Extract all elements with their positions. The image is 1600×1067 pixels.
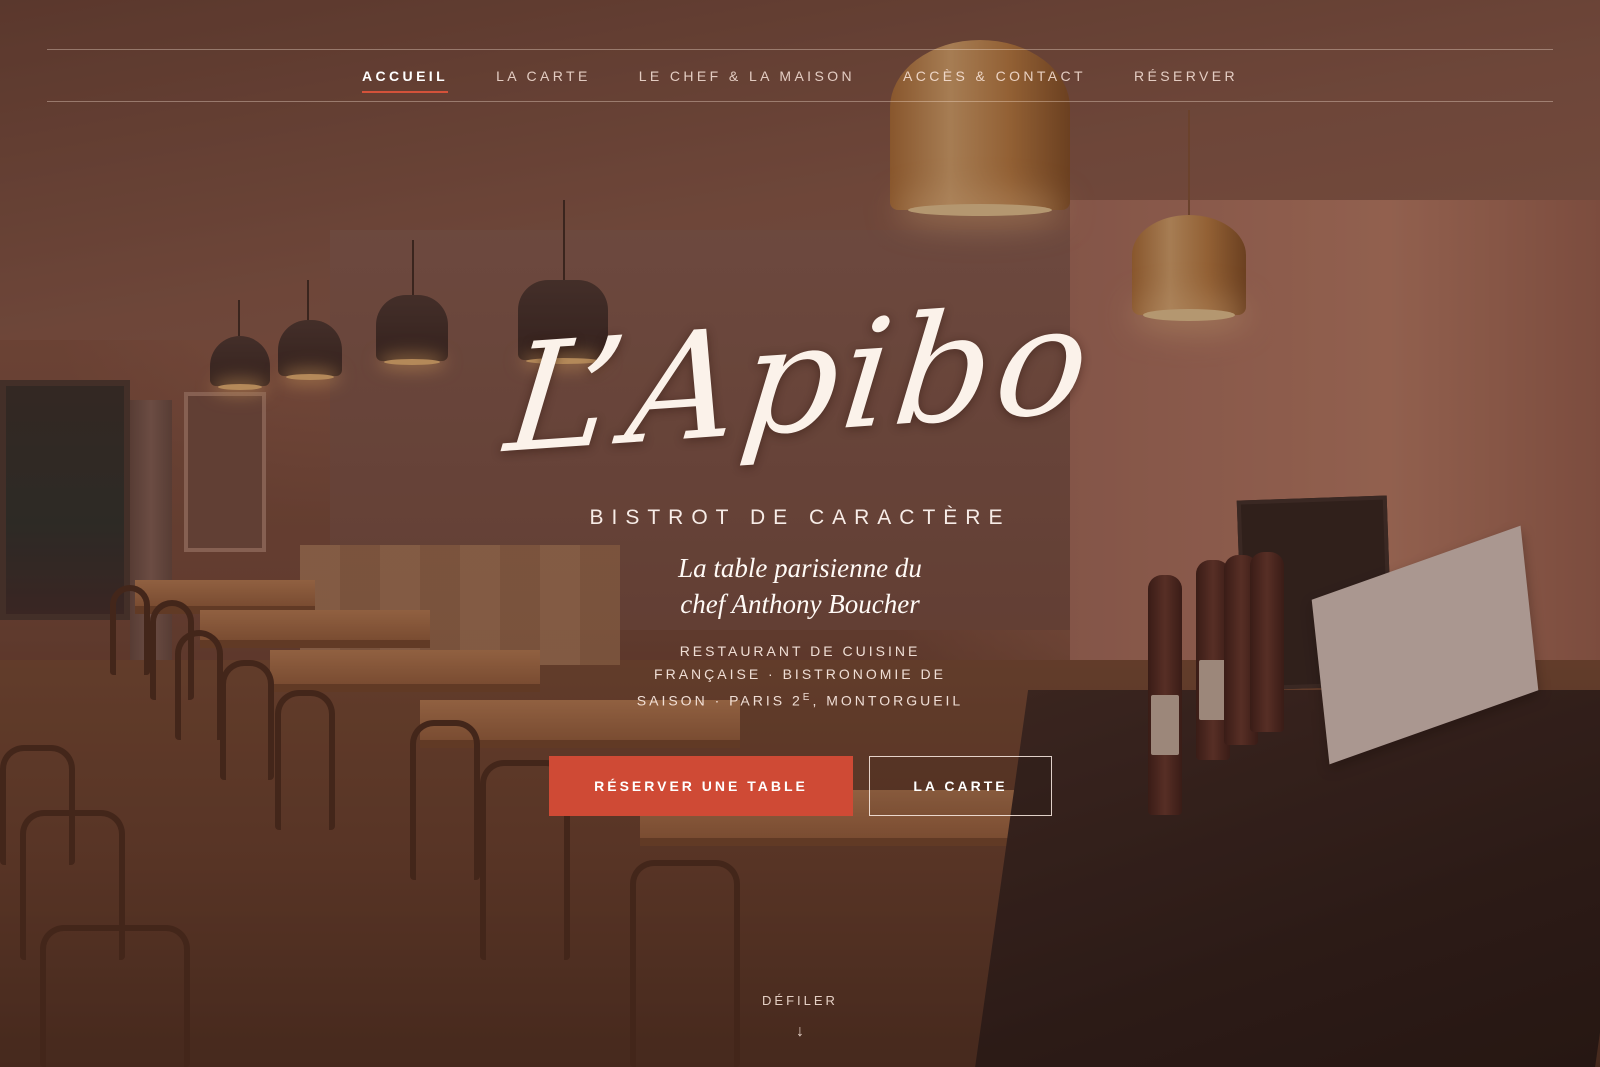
view-menu-button[interactable]: LA CARTE	[869, 756, 1052, 816]
hero-description-line: RESTAURANT DE CUISINE	[679, 643, 921, 659]
logo-wordmark: L’Apibo	[498, 273, 1102, 487]
scroll-label[interactable]: DÉFILER	[0, 993, 1600, 1008]
hero-description-text: , MONTORGUEIL	[812, 692, 964, 709]
hero-subtitle: La table parisienne du chef Anthony Bouc…	[600, 550, 1000, 622]
arrondissement-superscript: E	[802, 692, 813, 703]
hero-subtitle-line: chef Anthony Boucher	[680, 589, 920, 619]
hero-description-line: FRANÇAISE · BISTRONOMIE DE	[654, 666, 946, 682]
hero-description-line: SAISON · PARIS 2E, MONTORGUEIL	[620, 686, 980, 713]
hero-subtitle-line: La table parisienne du	[678, 553, 922, 583]
hero-tagline: BISTROT DE CARACTÈRE	[589, 506, 1011, 529]
reserve-table-button[interactable]: RÉSERVER UNE TABLE	[549, 756, 853, 816]
hero-description: RESTAURANT DE CUISINE FRANÇAISE · BISTRO…	[620, 640, 980, 713]
hero-description-text: SAISON · PARIS 2	[636, 692, 803, 709]
arrow-down-icon[interactable]: ↓	[0, 1023, 1600, 1041]
restaurant-logo: L’Apibo	[499, 273, 1101, 490]
hero-section: L’Apibo BISTROT DE CARACTÈRE La table pa…	[0, 0, 1600, 1067]
